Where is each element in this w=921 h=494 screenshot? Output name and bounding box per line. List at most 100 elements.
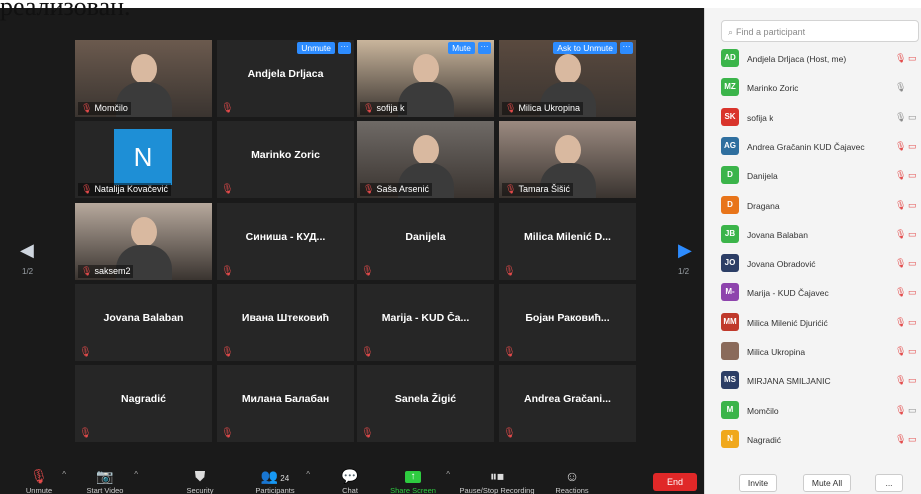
video-tile[interactable]: Andjela Drljaca 🎙 Unmute ···: [217, 40, 354, 117]
participant-row[interactable]: Milica Ukropina 🎙 ▭: [719, 339, 919, 368]
video-camera-icon[interactable]: ▭: [908, 287, 917, 298]
mute-all-button[interactable]: Mute All: [803, 474, 851, 492]
video-tile[interactable]: Nagradić 🎙: [75, 365, 212, 442]
share-caret-icon[interactable]: ^: [446, 470, 450, 479]
video-camera-icon[interactable]: ▭: [908, 434, 917, 445]
participant-name: Милана Балабан: [241, 393, 330, 405]
share-screen-button[interactable]: ↑ Share Screen ^: [386, 466, 450, 494]
mic-muted-icon: 🎙: [221, 266, 234, 277]
mic-muted-icon[interactable]: 🎙: [895, 200, 906, 211]
participant-row[interactable]: JB Jovana Balaban 🎙 ▭: [719, 222, 919, 251]
end-meeting-button[interactable]: End: [653, 473, 697, 491]
invite-button[interactable]: Invite: [739, 474, 777, 492]
start-video-button[interactable]: 📷 Start Video ^: [82, 466, 139, 494]
participant-row[interactable]: MM Milica Milenić Djurićić 🎙 ▭: [719, 310, 919, 339]
video-camera-icon[interactable]: ▭: [908, 53, 917, 64]
participant-name: Marinko Zoric: [747, 83, 799, 94]
video-tile[interactable]: Синиша - КУД... 🎙: [217, 203, 354, 280]
meeting-area: 🎙 Momčilo Andjela Drljaca 🎙 Unmute ··· 🎙 sofija…: [0, 8, 704, 494]
unmute-caret-icon[interactable]: ^: [62, 470, 66, 479]
video-tile[interactable]: Danijela 🎙: [357, 203, 494, 280]
participant-row[interactable]: D Dragana 🎙 ▭: [719, 193, 919, 222]
mic-muted-icon[interactable]: 🎙: [895, 141, 906, 152]
participant-row[interactable]: AD Andjela Drljaca (Host, me) 🎙 ▭: [719, 46, 919, 75]
video-camera-icon[interactable]: ▭: [908, 141, 917, 152]
video-tile[interactable]: 🎙 Saša Arsenić: [357, 121, 494, 198]
mic-muted-icon: 🎙: [221, 428, 234, 439]
video-tile[interactable]: 🎙 Tamara Šišić: [499, 121, 636, 198]
participant-name: Marija - KUD Čajavec: [747, 288, 829, 299]
mic-muted-icon[interactable]: 🎙: [895, 53, 906, 64]
video-tile[interactable]: 🎙 saksem2: [75, 203, 212, 280]
reaction-icon: ☺: [564, 468, 580, 484]
mic-muted-icon[interactable]: 🎙: [895, 405, 906, 416]
video-tile[interactable]: N 🎙 Natalija Kovačević: [75, 121, 212, 198]
participant-label-text: Natalija Kovačević: [94, 184, 168, 194]
video-caret-icon[interactable]: ^: [134, 470, 138, 479]
participant-row[interactable]: M Momčilo 🎙 ▭: [719, 398, 919, 427]
pause-stop-recording-button[interactable]: ⏸⏹ Pause/Stop Recording: [452, 466, 542, 494]
reactions-button[interactable]: ☺ Reactions: [552, 466, 592, 494]
participant-row[interactable]: D Danijela 🎙 ▭: [719, 163, 919, 192]
video-tile[interactable]: Ивана Штековић 🎙: [217, 284, 354, 361]
search-placeholder: Find a participant: [736, 27, 806, 37]
mic-muted-icon[interactable]: 🎙: [895, 170, 906, 181]
participant-search-input[interactable]: ⌕ Find a participant: [721, 20, 919, 42]
chat-button[interactable]: 💬 Chat: [336, 466, 364, 494]
tile-action-button[interactable]: Unmute: [297, 42, 335, 54]
participant-row[interactable]: MS MIRJANA SMILJANIC 🎙 ▭: [719, 368, 919, 397]
participants-button[interactable]: 👥 24 Participants ^: [250, 466, 310, 494]
video-tile[interactable]: Бојан Раковић... 🎙: [499, 284, 636, 361]
video-tile[interactable]: 🎙 sofija k Mute ···: [357, 40, 494, 117]
mic-muted-icon[interactable]: 🎙: [895, 346, 906, 357]
more-options-icon[interactable]: ···: [478, 42, 491, 54]
video-tile[interactable]: 🎙 Momčilo: [75, 40, 212, 117]
video-camera-icon[interactable]: ▭: [908, 170, 917, 181]
mic-muted-icon[interactable]: 🎙: [895, 258, 906, 269]
video-tile[interactable]: Marija - KUD Ča... 🎙: [357, 284, 494, 361]
prev-page-arrow-icon[interactable]: ◀: [20, 240, 34, 261]
video-camera-icon[interactable]: ▭: [908, 258, 917, 269]
mic-muted-icon: 🎙: [79, 347, 92, 358]
video-camera-icon[interactable]: ▭: [908, 112, 917, 123]
video-camera-icon[interactable]: ▭: [908, 346, 917, 357]
tile-action-button[interactable]: Ask to Unmute: [553, 42, 617, 54]
video-camera-icon[interactable]: ▭: [908, 229, 917, 240]
video-tile[interactable]: 🎙 Milica Ukropina Ask to Unmute ···: [499, 40, 636, 117]
video-tile[interactable]: Милана Балабан 🎙: [217, 365, 354, 442]
video-camera-icon[interactable]: ▭: [908, 405, 917, 416]
video-camera-icon[interactable]: ▭: [908, 317, 917, 328]
tile-action-button[interactable]: Mute: [448, 42, 475, 54]
participant-row[interactable]: MZ Marinko Zoric 🎙: [719, 75, 919, 104]
video-tile[interactable]: Milica Milenić D... 🎙: [499, 203, 636, 280]
mic-icon[interactable]: 🎙: [895, 82, 906, 93]
participant-name: Бојан Раковић...: [525, 312, 610, 324]
mic-muted-icon[interactable]: 🎙: [895, 229, 906, 240]
video-tile[interactable]: Marinko Zoric 🎙: [217, 121, 354, 198]
mic-muted-icon[interactable]: 🎙: [895, 434, 906, 445]
more-button[interactable]: ...: [875, 474, 903, 492]
video-camera-icon[interactable]: ▭: [908, 375, 917, 386]
video-camera-icon[interactable]: ▭: [908, 200, 917, 211]
video-tile[interactable]: Andrea Gračani... 🎙: [499, 365, 636, 442]
mic-muted-icon[interactable]: 🎙: [895, 375, 906, 386]
search-icon: ⌕: [728, 27, 734, 37]
unmute-button[interactable]: 🎙 Unmute ^: [22, 466, 66, 494]
participant-row[interactable]: N Nagradić 🎙 ▭: [719, 427, 919, 456]
security-button[interactable]: ⛊ Security: [182, 466, 218, 494]
participant-avatar: AG: [721, 136, 739, 155]
video-tile[interactable]: Jovana Balaban 🎙: [75, 284, 212, 361]
mic-muted-icon[interactable]: 🎙: [895, 317, 906, 328]
mic-muted-icon: 🎙: [221, 347, 234, 358]
video-tile[interactable]: Sanela Žigić 🎙: [357, 365, 494, 442]
next-page-arrow-icon[interactable]: ▶: [678, 240, 692, 261]
participant-row[interactable]: JO Jovana Obradović 🎙 ▭: [719, 251, 919, 280]
more-options-icon[interactable]: ···: [620, 42, 633, 54]
mic-muted-icon[interactable]: 🎙: [895, 287, 906, 298]
participants-caret-icon[interactable]: ^: [306, 470, 310, 479]
participant-row[interactable]: AG Andrea Gračanin KUD Čajavec 🎙 ▭: [719, 134, 919, 163]
mic-icon[interactable]: 🎙: [895, 112, 906, 123]
more-options-icon[interactable]: ···: [338, 42, 351, 54]
participant-row[interactable]: SK sofija k 🎙 ▭: [719, 105, 919, 134]
participant-row[interactable]: M- Marija - KUD Čajavec 🎙 ▭: [719, 280, 919, 309]
